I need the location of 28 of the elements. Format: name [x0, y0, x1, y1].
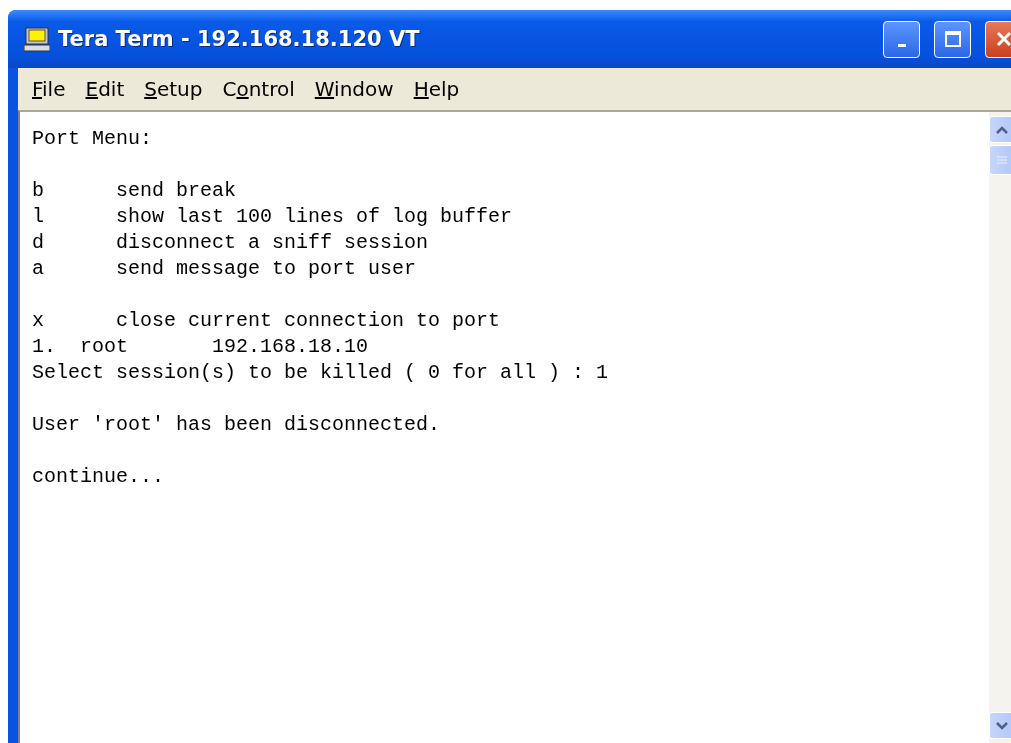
menu-item[interactable]: Window [304, 73, 404, 105]
terminal-line: b send break [32, 178, 237, 204]
minimize-button[interactable] [883, 20, 920, 58]
terminal-line: l show last 100 lines of log buffer [32, 204, 513, 230]
terminal-line: Port Menu: [32, 126, 153, 152]
terminal-line: a send message to port user [32, 256, 417, 282]
terminal-line: 1. root 192.168.18.10 [32, 334, 369, 360]
menu-item[interactable]: Setup [134, 73, 213, 105]
menu-item[interactable]: Edit [75, 73, 135, 105]
maximize-icon [943, 30, 962, 48]
terminal-line: Select session(s) to be killed ( 0 for all ) : 1 [32, 360, 609, 386]
terminal-line: continue... [32, 464, 165, 490]
scroll-up-button[interactable] [989, 116, 1011, 143]
scroll-down-button[interactable] [989, 712, 1011, 739]
menu-item[interactable]: Help [403, 73, 470, 105]
chevron-down-icon [995, 721, 1008, 730]
chevron-up-icon [995, 125, 1008, 134]
terminal-line: x close current connection to port [32, 308, 501, 334]
terminal-line: d disconnect a sniff session [32, 230, 429, 256]
minimize-icon [897, 43, 906, 47]
menu-item[interactable]: File [22, 73, 76, 105]
menu-item[interactable]: Control [212, 73, 305, 105]
maximize-button[interactable] [934, 20, 971, 58]
window-title: Tera Term - 192.168.18.120 VT [58, 27, 421, 51]
close-button[interactable] [985, 20, 1011, 58]
terminal-app-icon [24, 26, 50, 52]
scroll-thumb[interactable] [989, 145, 1011, 175]
terminal-line: User 'root' has been disconnected. [32, 412, 441, 438]
